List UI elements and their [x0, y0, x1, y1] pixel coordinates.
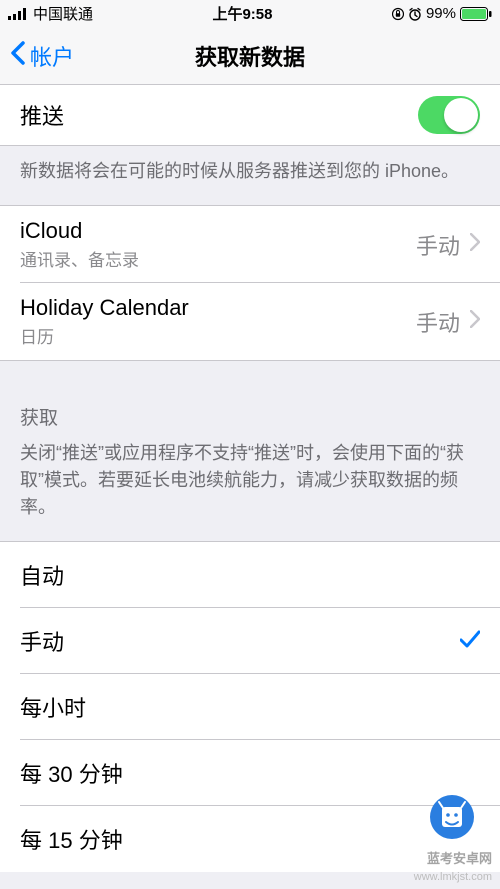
fetch-option-label: 每小时	[20, 691, 480, 723]
battery-icon	[460, 7, 492, 21]
checkmark-icon	[460, 628, 480, 654]
fetch-option-label: 每 30 分钟	[20, 757, 480, 789]
back-button[interactable]: 帐户	[10, 40, 74, 72]
signal-icon	[8, 8, 28, 20]
account-subtitle: 通讯录、备忘录	[20, 246, 416, 271]
fetch-option-auto[interactable]: 自动	[0, 542, 500, 608]
push-footer: 新数据将会在可能的时候从服务器推送到您的 iPhone。	[0, 146, 500, 205]
chevron-right-icon	[470, 310, 480, 333]
nav-title: 获取新数据	[0, 40, 500, 72]
push-label: 推送	[20, 99, 418, 131]
push-row[interactable]: 推送	[0, 85, 500, 145]
alarm-icon	[408, 7, 422, 21]
account-row-icloud[interactable]: iCloud 通讯录、备忘录 手动	[0, 206, 500, 283]
status-left: 中国联通	[8, 3, 93, 24]
lock-icon	[392, 7, 404, 21]
battery-percent: 99%	[426, 5, 456, 22]
account-subtitle: 日历	[20, 323, 416, 348]
account-title: iCloud	[20, 218, 416, 244]
chevron-right-icon	[470, 233, 480, 256]
watermark-name: 蓝考安卓网	[427, 848, 492, 867]
carrier-label: 中国联通	[33, 3, 93, 24]
push-toggle[interactable]	[418, 96, 480, 134]
back-chevron-icon	[10, 41, 26, 71]
account-title: Holiday Calendar	[20, 295, 416, 321]
push-section: 推送	[0, 85, 500, 146]
status-bar: 中国联通 上午9:58 99%	[0, 0, 500, 27]
account-value: 手动	[416, 229, 460, 261]
toggle-knob	[444, 98, 478, 132]
fetch-option-label: 手动	[20, 625, 460, 657]
watermark-url: www.lmkjst.com	[414, 871, 492, 883]
fetch-option-label: 自动	[20, 559, 480, 591]
status-right: 99%	[392, 5, 492, 22]
fetch-option-hourly[interactable]: 每小时	[0, 674, 500, 740]
fetch-header: 获取	[0, 361, 500, 440]
back-label: 帐户	[30, 40, 74, 72]
accounts-section: iCloud 通讯录、备忘录 手动 Holiday Calendar 日历 手动	[0, 205, 500, 361]
account-value: 手动	[416, 306, 460, 338]
fetch-footer: 关闭“推送”或应用程序不支持“推送”时，会使用下面的“获取”模式。若要延长电池续…	[0, 440, 500, 541]
status-time: 上午9:58	[212, 3, 272, 24]
nav-bar: 帐户 获取新数据	[0, 27, 500, 85]
watermark-logo	[412, 783, 492, 843]
fetch-option-manual[interactable]: 手动	[0, 608, 500, 674]
account-row-holiday[interactable]: Holiday Calendar 日历 手动	[0, 283, 500, 360]
fetch-option-label: 每 15 分钟	[20, 823, 480, 855]
